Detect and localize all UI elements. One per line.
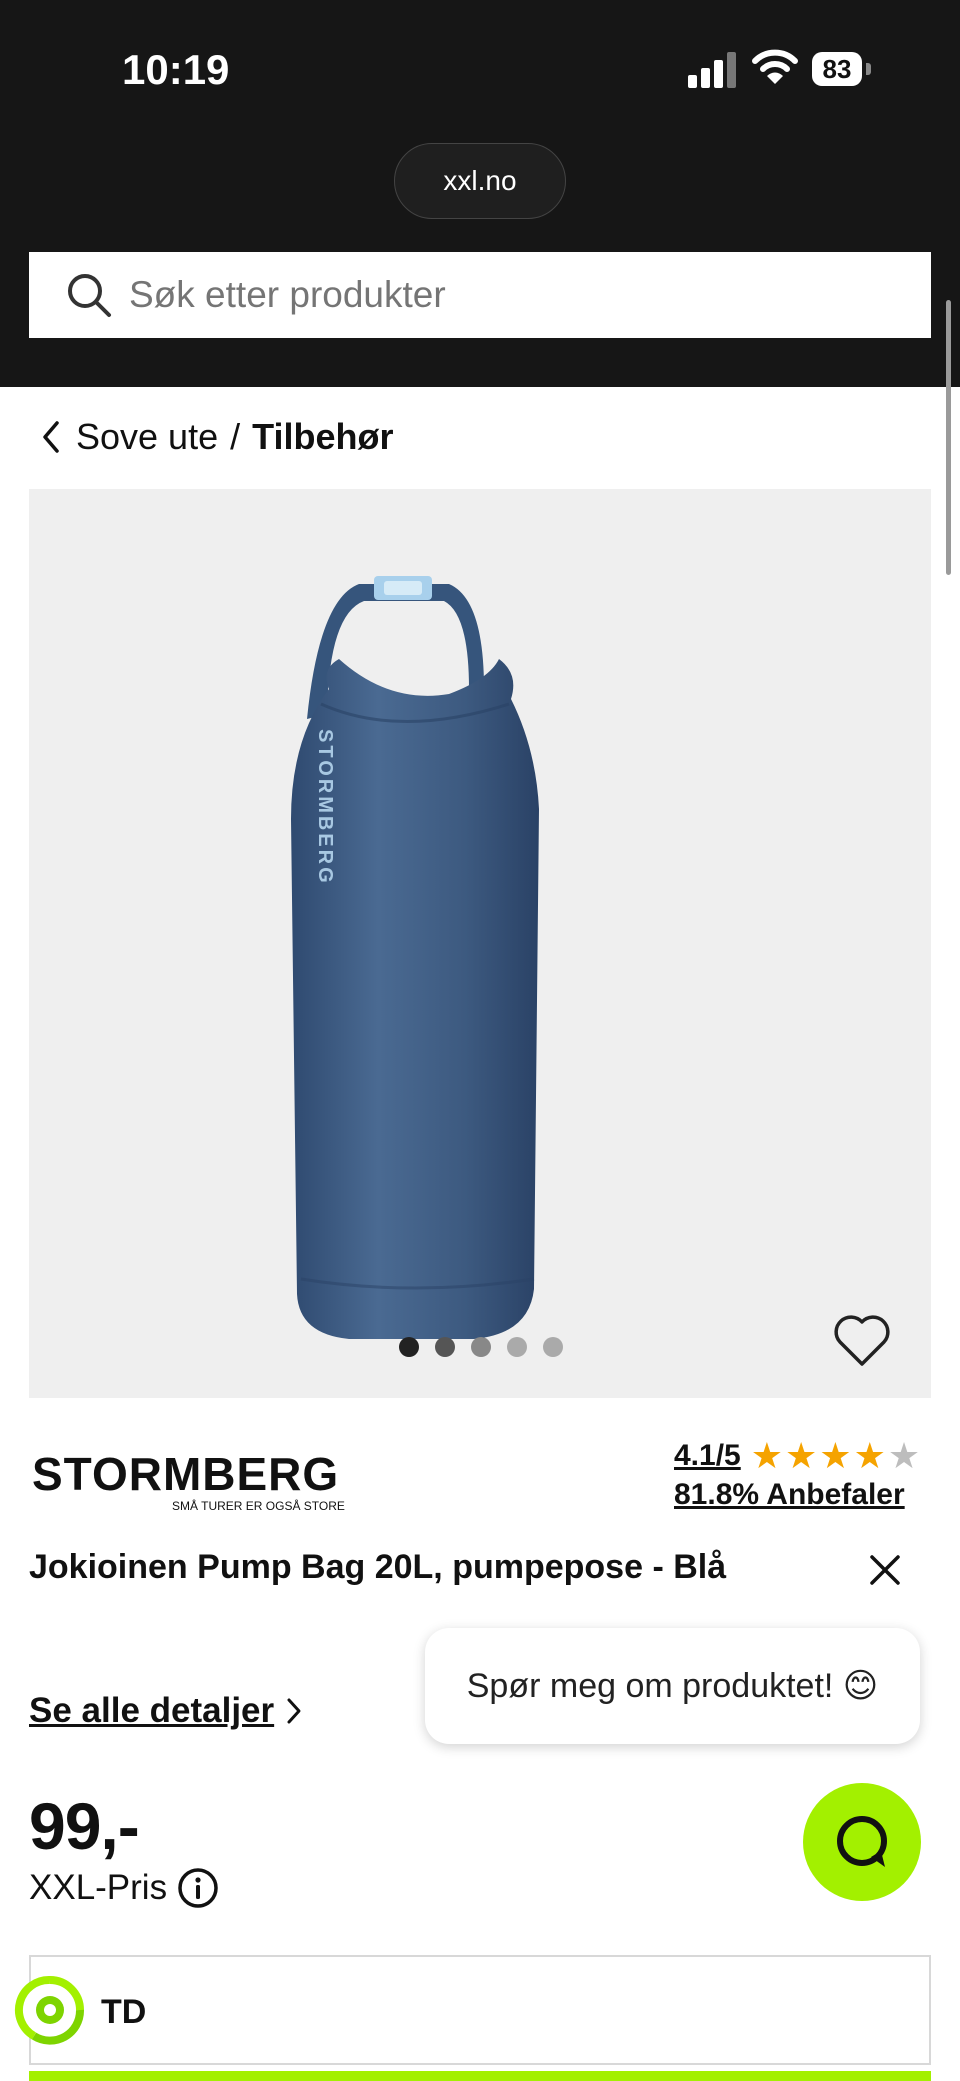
status-bar: 10:19 83 (0, 0, 960, 140)
star-icon: ★ (819, 1435, 852, 1476)
battery-icon: 83 (812, 52, 872, 86)
product-gallery[interactable]: STORMBERG (29, 489, 931, 1398)
rating-score[interactable]: 4.1/5 (674, 1439, 741, 1473)
gallery-dot[interactable] (399, 1337, 419, 1357)
see-all-details-label: Se alle detaljer (29, 1691, 275, 1730)
gallery-dot[interactable] (471, 1337, 491, 1357)
chevron-left-icon[interactable] (40, 419, 62, 455)
breadcrumb: Sove ute / Tilbehør (40, 416, 393, 458)
price-label-row: XXL-Pris (29, 1867, 219, 1909)
search-input[interactable] (127, 273, 911, 317)
search-bar[interactable] (29, 252, 931, 338)
chevron-right-icon (287, 1698, 301, 1724)
star-icon: ★ (853, 1435, 886, 1476)
add-to-cart-bar[interactable] (29, 2071, 931, 2081)
cellular-signal-icon (688, 52, 740, 88)
heart-icon[interactable] (832, 1312, 892, 1368)
star-icon: ★ (750, 1435, 784, 1476)
gallery-dot[interactable] (543, 1337, 563, 1357)
product-title: Jokioinen Pump Bag 20L, pumpepose - Blå (29, 1548, 727, 1586)
svg-text:STORMBERG: STORMBERG (314, 729, 336, 886)
price-label: XXL-Pris (29, 1868, 168, 1907)
breadcrumb-separator: / (230, 416, 241, 457)
brand-tagline: SMÅ TURER ER OGSÅ STORE (172, 1499, 345, 1513)
product-option-box[interactable]: TD (29, 1955, 931, 2065)
star-rating: ★ ★ ★ ★ ★ (751, 1438, 920, 1474)
chat-icon (837, 1816, 887, 1867)
chat-button[interactable] (803, 1783, 921, 1901)
close-icon[interactable] (868, 1553, 902, 1587)
eco-badge-icon[interactable] (14, 1974, 86, 2046)
breadcrumb-current-link[interactable]: Tilbehør (252, 416, 393, 458)
star-empty-icon: ★ (887, 1435, 921, 1476)
recommend-percentage[interactable]: 81.8% Anbefaler (674, 1478, 920, 1512)
status-time: 10:19 (122, 46, 230, 93)
see-all-details-link[interactable]: Se alle detaljer (29, 1691, 302, 1731)
battery-level: 83 (822, 53, 852, 84)
product-price: 99,- (29, 1789, 140, 1863)
ask-product-bubble[interactable]: Spør meg om produktet! 😊 (425, 1628, 920, 1744)
search-icon (68, 274, 111, 317)
gallery-dot[interactable] (435, 1337, 455, 1357)
info-icon[interactable] (177, 1867, 219, 1909)
gallery-pagination (399, 1337, 563, 1357)
scrollbar[interactable] (946, 300, 951, 575)
wifi-icon (752, 49, 798, 84)
star-icon: ★ (785, 1435, 818, 1476)
breadcrumb-parent-link[interactable]: Sove ute (76, 416, 218, 458)
brand-logo[interactable]: STORMBERG SMÅ TURER ER OGSÅ STORE (32, 1447, 345, 1517)
brand-name: STORMBERG (32, 1448, 340, 1500)
product-image: STORMBERG (291, 576, 539, 1339)
gallery-dot[interactable] (507, 1337, 527, 1357)
product-rating[interactable]: 4.1/5 ★ ★ ★ ★ ★ 81.8% Anbefaler (674, 1438, 920, 1512)
option-text: TD (101, 1993, 147, 2031)
url-bar[interactable]: xxl.no (394, 143, 566, 219)
site-header: xxl.no (0, 140, 960, 387)
